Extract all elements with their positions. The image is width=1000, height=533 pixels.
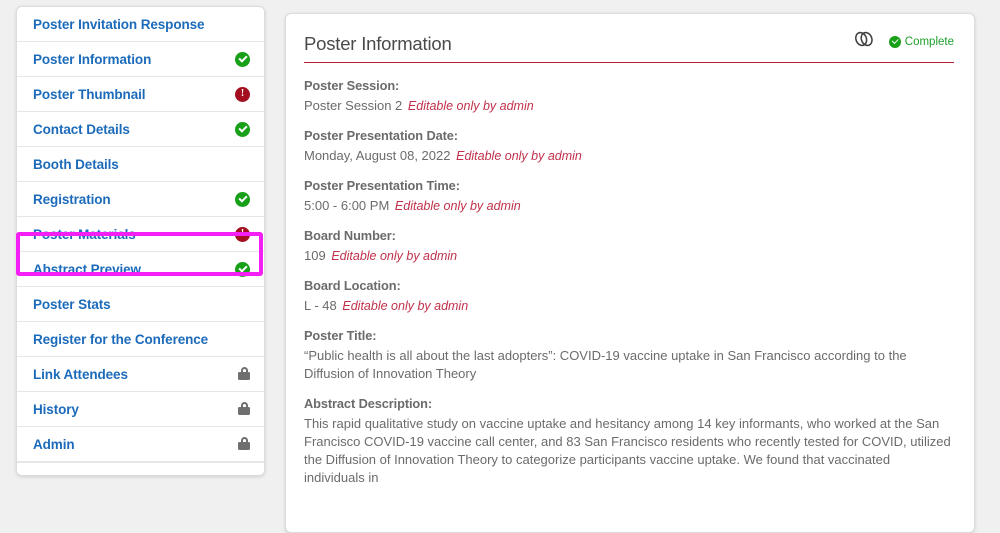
field-label: Poster Presentation Time: (304, 178, 460, 193)
admin-only-note: Editable only by admin (456, 149, 582, 163)
field-value: L - 48 (304, 298, 337, 313)
field-label: Abstract Description: (304, 396, 433, 411)
field-board-location: Board Location: L - 48 Editable only by a… (304, 278, 954, 315)
alert-circle-icon (235, 226, 250, 242)
field-poster-presentation-time: Poster Presentation Time: 5:00 - 6:00 PM … (304, 178, 954, 215)
sidebar-item-label: Register for the Conference (33, 331, 209, 347)
sidebar-item-label: Poster Thumbnail (33, 86, 146, 102)
sidebar-item-history[interactable]: History (17, 392, 264, 427)
field-value: Monday, August 08, 2022 (304, 148, 451, 163)
field-label: Poster Title: (304, 328, 377, 343)
field-label: Poster Session: (304, 78, 400, 93)
field-value: “Public health is all about the last ado… (304, 348, 907, 381)
sidebar-item-poster-stats[interactable]: Poster Stats (17, 287, 264, 322)
field-value-wrapper: “Public health is all about the last ado… (304, 347, 954, 383)
field-poster-session: Poster Session: Poster Session 2 Editable… (304, 78, 954, 115)
field-value-wrapper: 5:00 - 6:00 PM Editable only by admin (304, 197, 954, 215)
sidebar-item-poster-thumbnail[interactable]: Poster Thumbnail (17, 77, 264, 112)
sidebar-item-abstract-preview[interactable]: Abstract Preview (17, 252, 264, 287)
field-poster-title: Poster Title: “Public health is all about… (304, 328, 954, 383)
admin-only-note: Editable only by admin (331, 249, 458, 263)
lock-icon (238, 402, 250, 416)
check-circle-icon (235, 261, 250, 277)
admin-only-note: Editable only by admin (407, 99, 534, 113)
sidebar-item-label: Contact Details (33, 121, 130, 137)
check-circle-icon (235, 51, 250, 67)
page-title: Poster Information (304, 33, 452, 54)
sidebar-nav-panel: Poster Invitation Response Poster Informa… (16, 6, 265, 476)
panel-header-actions: Complete (853, 30, 954, 55)
sidebar-item-registration[interactable]: Registration (17, 182, 264, 217)
field-value-wrapper: 109 Editable only by admin (304, 247, 954, 265)
sidebar-item-contact-details[interactable]: Contact Details (17, 112, 264, 147)
sidebar-item-poster-invitation-response[interactable]: Poster Invitation Response (17, 7, 264, 42)
chain-link-icon[interactable] (853, 30, 875, 53)
field-poster-presentation-date: Poster Presentation Date: Monday, August … (304, 128, 954, 165)
field-value-wrapper: Poster Session 2 Editable only by admin (304, 97, 954, 115)
status-placeholder (235, 17, 250, 32)
sidebar-item-link-attendees[interactable]: Link Attendees (17, 357, 264, 392)
field-value: 5:00 - 6:00 PM (304, 198, 390, 213)
sidebar-item-admin[interactable]: Admin (17, 427, 264, 462)
field-value: 109 (304, 248, 326, 263)
sidebar-item-label: Poster Materials (33, 226, 136, 242)
check-circle-icon (235, 121, 250, 137)
field-value: This rapid qualitative study on vaccine … (304, 416, 951, 485)
sidebar-item-label: Abstract Preview (33, 261, 141, 277)
sidebar-item-label: Poster Invitation Response (33, 16, 205, 32)
status-badge-label: Complete (904, 35, 954, 48)
status-placeholder (235, 297, 250, 312)
field-label: Poster Presentation Date: (304, 128, 458, 143)
sidebar-item-label: Link Attendees (33, 366, 128, 382)
field-abstract-description: Abstract Description: This rapid qualitat… (304, 396, 954, 487)
field-board-number: Board Number: 109 Editable only by admin (304, 228, 954, 265)
field-value-wrapper: Monday, August 08, 2022 Editable only by… (304, 147, 954, 165)
status-placeholder (235, 157, 250, 172)
field-label: Board Number: (304, 228, 396, 243)
status-placeholder (235, 332, 250, 347)
check-circle-icon (888, 35, 901, 48)
lock-icon (238, 367, 250, 381)
sidebar-item-register-for-the-conference[interactable]: Register for the Conference (17, 322, 264, 357)
poster-information-fields: Poster Session: Poster Session 2 Editable… (304, 78, 954, 487)
sidebar-item-label: Poster Information (33, 51, 152, 67)
sidebar-item-label: History (33, 401, 79, 417)
lock-icon (238, 437, 250, 451)
admin-only-note: Editable only by admin (394, 199, 521, 213)
sidebar-item-booth-details[interactable]: Booth Details (17, 147, 264, 182)
admin-only-note: Editable only by admin (342, 299, 469, 313)
sidebar-item-label: Booth Details (33, 156, 119, 172)
alert-circle-icon (235, 86, 250, 102)
sidebar-footer (17, 462, 264, 475)
poster-information-panel: Poster Information Complete Poster Sessi… (285, 13, 975, 533)
field-value: Poster Session 2 (304, 98, 403, 113)
sidebar-item-label: Registration (33, 191, 111, 207)
sidebar-item-label: Admin (33, 436, 75, 452)
sidebar-item-poster-information[interactable]: Poster Information (17, 42, 264, 77)
field-value-wrapper: L - 48 Editable only by admin (304, 297, 954, 315)
panel-header: Poster Information Complete (304, 30, 954, 63)
sidebar-item-poster-materials[interactable]: Poster Materials (17, 217, 264, 252)
sidebar-item-label: Poster Stats (33, 296, 111, 312)
status-badge: Complete (888, 35, 954, 48)
field-value-wrapper: This rapid qualitative study on vaccine … (304, 415, 954, 487)
check-circle-icon (235, 191, 250, 207)
field-label: Board Location: (304, 278, 401, 293)
